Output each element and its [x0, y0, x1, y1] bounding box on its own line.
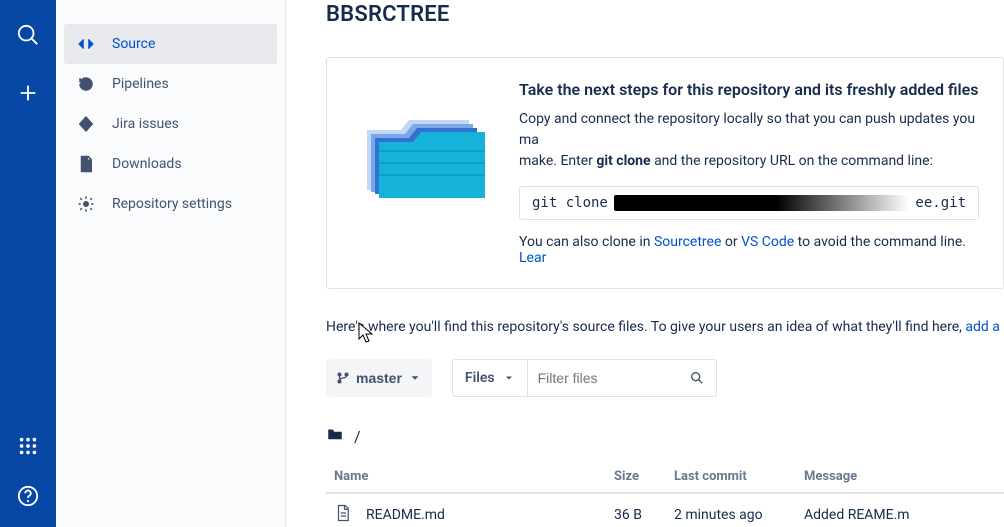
learn-more-link[interactable]: Lear [519, 250, 546, 266]
source-controls: master Files [326, 359, 1004, 397]
folder-illustration [351, 90, 491, 210]
sidebar-item-pipelines[interactable]: Pipelines [64, 64, 277, 104]
col-name: Name [326, 461, 606, 493]
global-rail [0, 0, 56, 527]
search-icon[interactable] [17, 24, 39, 50]
branch-name: master [356, 370, 402, 386]
branch-icon [336, 371, 350, 385]
jira-icon [74, 112, 98, 136]
file-table: Name Size Last commit Message README.md … [326, 461, 1004, 527]
branch-selector[interactable]: master [326, 359, 432, 397]
folder-icon [326, 425, 344, 447]
sidebar-item-downloads[interactable]: Downloads [64, 144, 277, 184]
help-icon[interactable] [17, 485, 39, 511]
col-last-commit: Last commit [666, 461, 796, 493]
filter-input[interactable] [528, 360, 678, 396]
vscode-link[interactable]: VS Code [741, 234, 794, 250]
sidebar-item-label: Pipelines [112, 76, 169, 92]
file-last-commit: 2 minutes ago [666, 493, 796, 527]
pipelines-icon [74, 72, 98, 96]
card-subtext: You can also clone in Sourcetree or VS C… [519, 234, 979, 266]
clone-url-box[interactable]: git clone ee.git [519, 186, 979, 220]
source-icon [74, 32, 98, 56]
sidebar-item-settings[interactable]: Repository settings [64, 184, 277, 224]
sidebar-item-label: Source [112, 36, 155, 52]
file-filter: Files [452, 359, 717, 397]
sidebar-item-source[interactable]: Source [64, 24, 277, 64]
table-row[interactable]: README.md 36 B 2 minutes ago Added REAME… [326, 493, 1004, 527]
sidebar-item-label: Repository settings [112, 196, 232, 212]
main-content: BBSRCTREE Take the next steps for this r… [286, 0, 1004, 527]
source-hint: Here's where you'll find this repository… [326, 319, 1004, 335]
downloads-icon [74, 152, 98, 176]
card-text: Copy and connect the repository locally … [519, 109, 979, 172]
clone-command-prefix: git clone [532, 195, 608, 211]
chevron-down-icon [408, 371, 422, 385]
gear-icon [74, 192, 98, 216]
chevron-down-icon [503, 372, 515, 384]
file-message: Added REAME.m [796, 493, 1004, 527]
sourcetree-link[interactable]: Sourcetree [654, 234, 721, 250]
filter-type-selector[interactable]: Files [453, 360, 528, 396]
col-message: Message [796, 461, 1004, 493]
file-size: 36 B [606, 493, 666, 527]
path-breadcrumb: / [326, 425, 1004, 447]
sidebar: Source Pipelines Jira issues Downloads R… [56, 0, 286, 527]
repo-title: BBSRCTREE [326, 0, 1004, 27]
clone-url-redacted [614, 195, 910, 211]
add-icon[interactable] [17, 82, 39, 108]
sidebar-item-label: Jira issues [112, 116, 179, 132]
col-size: Size [606, 461, 666, 493]
onboarding-card: Take the next steps for this repository … [326, 57, 1004, 289]
path-separator: / [354, 427, 361, 446]
sidebar-item-label: Downloads [112, 156, 182, 172]
file-name: README.md [366, 507, 445, 523]
file-icon [334, 504, 352, 526]
add-readme-link[interactable]: add a [965, 319, 1000, 335]
apps-icon[interactable] [17, 435, 39, 461]
card-title: Take the next steps for this repository … [519, 80, 979, 99]
sidebar-item-jira[interactable]: Jira issues [64, 104, 277, 144]
search-icon[interactable] [678, 360, 716, 396]
clone-url-suffix: ee.git [915, 195, 966, 211]
